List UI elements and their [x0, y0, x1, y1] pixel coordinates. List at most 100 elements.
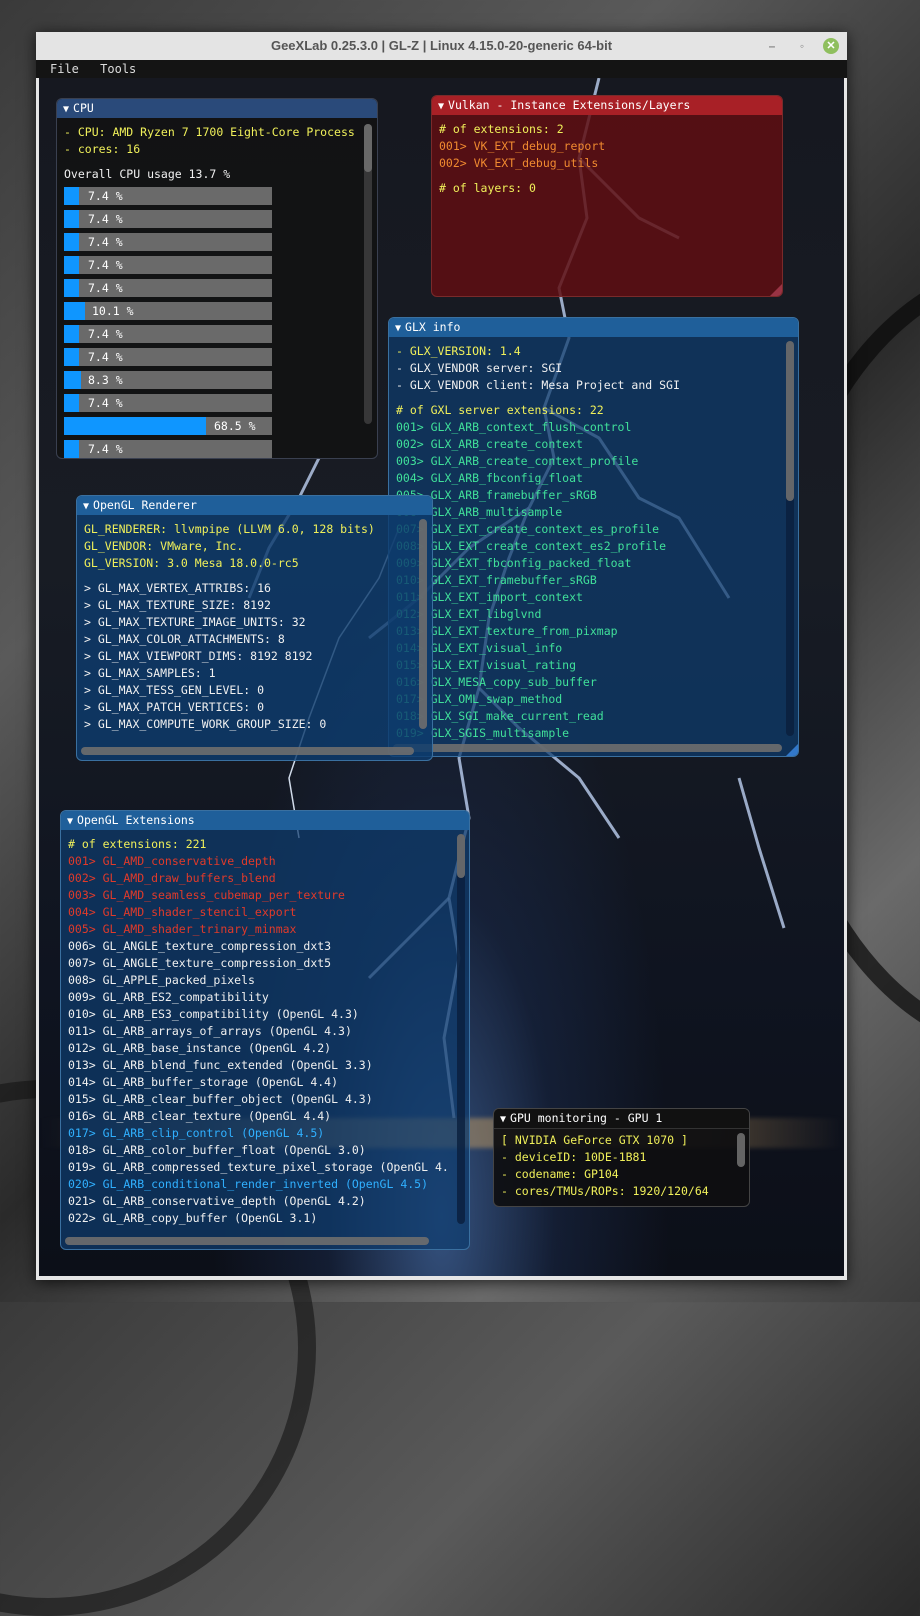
gl-extension-item: 003> GL_AMD_seamless_cubemap_per_texture: [68, 888, 345, 902]
maximize-button[interactable]: ◦: [794, 38, 810, 54]
gl-extension-item: 007> GL_ANGLE_texture_compression_dxt5: [68, 956, 332, 970]
cpu-core-progress-bar: 7.4 %: [64, 210, 272, 228]
gl-extension-item: 006> GL_ANGLE_texture_compression_dxt3: [68, 939, 332, 953]
collapse-triangle-icon[interactable]: ▼: [395, 323, 401, 334]
cpu-core-progress-bar: 68.5 %: [64, 417, 272, 435]
vulkan-panel-titlebar[interactable]: ▼ Vulkan - Instance Extensions/Layers: [432, 96, 782, 115]
cpu-core-progress-bar: 10.1 %: [64, 302, 272, 320]
gl-extension-item: 010> GL_ARB_ES3_compatibility (OpenGL 4.…: [68, 1007, 359, 1021]
opengl-extensions-panel: ▼ OpenGL Extensions # of extensions: 221 …: [60, 810, 470, 1250]
glx-extension-item: 008> GLX_EXT_create_context_es2_profile: [396, 539, 667, 553]
scrollbar-thumb[interactable]: [737, 1133, 745, 1167]
vertical-scrollbar[interactable]: [457, 834, 465, 1224]
gl-extension-item: 011> GL_ARB_arrays_of_arrays (OpenGL 4.3…: [68, 1024, 352, 1038]
collapse-triangle-icon[interactable]: ▼: [500, 1114, 506, 1125]
gl-extension-count: # of extensions: 221: [68, 837, 207, 851]
cpu-core-usage-label: 7.4 %: [88, 189, 123, 203]
window-titlebar[interactable]: GeeXLab 0.25.3.0 | GL-Z | Linux 4.15.0-2…: [36, 32, 847, 60]
cpu-core-bars: 7.4 % 7.4 % 7.4 % 7.4 % 7.4 % 10.1 % 7.4 % 7.4 …: [64, 187, 370, 458]
glx-extension-item: 007> GLX_EXT_create_context_es_profile: [396, 522, 660, 536]
gl-limit-item: > GL_MAX_VERTEX_ATTRIBS: 16: [84, 581, 271, 595]
menu-tools[interactable]: Tools: [100, 62, 136, 76]
close-button[interactable]: ✕: [823, 38, 839, 54]
cpu-core-usage-label: 7.4 %: [88, 281, 123, 295]
cpu-panel: ▼ CPU - CPU: AMD Ryzen 7 1700 Eight-Core …: [56, 98, 378, 459]
panel-title: OpenGL Extensions: [77, 813, 195, 827]
cpu-core-usage-label: 7.4 %: [88, 212, 123, 226]
gl-limit-item: > GL_MAX_PATCH_VERTICES: 0: [84, 700, 265, 714]
gl-limit-item: > GL_MAX_VIEWPORT_DIMS: 8192 8192: [84, 649, 313, 663]
scrollbar-thumb[interactable]: [786, 341, 794, 501]
cpu-core-usage-label: 68.5 %: [214, 419, 256, 433]
cpu-core-usage-label: 7.4 %: [88, 396, 123, 410]
glx-extension-item: 006> GLX_ARB_multisample: [396, 505, 563, 519]
renderer-panel-titlebar[interactable]: ▼ OpenGL Renderer: [77, 496, 432, 515]
scrollbar-thumb[interactable]: [457, 834, 465, 878]
gl-extension-item: 009> GL_ARB_ES2_compatibility: [68, 990, 269, 1004]
minimize-button[interactable]: –: [764, 38, 780, 54]
gl-extension-item: 021> GL_ARB_conservative_depth (OpenGL 4…: [68, 1194, 366, 1208]
cpu-cores: - cores: 16: [64, 142, 141, 156]
gl-renderer: GL_RENDERER: llvmpipe (LLVM 6.0, 128 bit…: [84, 522, 375, 536]
cpu-core-usage-label: 7.4 %: [88, 442, 123, 456]
cpu-core-progress-bar: 7.4 %: [64, 325, 272, 343]
glx-extension-item: 017> GLX_OML_swap_method: [396, 692, 563, 706]
collapse-triangle-icon[interactable]: ▼: [83, 501, 89, 512]
collapse-triangle-icon[interactable]: ▼: [438, 101, 444, 112]
extensions-panel-titlebar[interactable]: ▼ OpenGL Extensions: [61, 811, 469, 830]
cpu-model: - CPU: AMD Ryzen 7 1700 Eight-Core Proce…: [64, 125, 355, 139]
vulkan-extension-item: 002> VK_EXT_debug_utils: [439, 156, 599, 170]
glx-panel-titlebar[interactable]: ▼ GLX info: [389, 318, 798, 337]
vertical-scrollbar[interactable]: [419, 519, 427, 729]
glx-info-panel: ▼ GLX info - GLX_VERSION: 1.4 - GLX_VENDO…: [388, 317, 799, 757]
gl-vendor: GL_VENDOR: VMware, Inc.: [84, 539, 244, 553]
gl-extension-item: 005> GL_AMD_shader_trinary_minmax: [68, 922, 297, 936]
cpu-panel-titlebar[interactable]: ▼ CPU: [57, 99, 377, 118]
gl-extension-item: 002> GL_AMD_draw_buffers_blend: [68, 871, 276, 885]
scrollbar-thumb[interactable]: [364, 124, 372, 172]
opengl-renderer-panel: ▼ OpenGL Renderer GL_RENDERER: llvmpipe (…: [76, 495, 433, 761]
horizontal-scrollbar[interactable]: [65, 1237, 429, 1245]
gpu-monitoring-panel: ▼ GPU monitoring - GPU 1 [ NVIDIA GeForce…: [493, 1108, 750, 1207]
resize-grip[interactable]: [786, 744, 798, 756]
panel-title: Vulkan - Instance Extensions/Layers: [448, 98, 691, 112]
glx-extension-item: 015> GLX_EXT_visual_rating: [396, 658, 577, 672]
vulkan-extension-count: # of extensions: 2: [439, 122, 564, 136]
gpu-codename: - codename: GP104: [501, 1167, 619, 1181]
gl-limit-item: > GL_MAX_COMPUTE_WORK_GROUP_SIZE: 0: [84, 717, 327, 731]
glx-extension-item: 016> GLX_MESA_copy_sub_buffer: [396, 675, 597, 689]
cpu-core-progress-bar: 7.4 %: [64, 256, 272, 274]
collapse-triangle-icon[interactable]: ▼: [67, 816, 73, 827]
glx-extension-item: 002> GLX_ARB_create_context: [396, 437, 583, 451]
gl-limit-item: > GL_MAX_TEXTURE_SIZE: 8192: [84, 598, 271, 612]
gl-extension-item: 018> GL_ARB_color_buffer_float (OpenGL 3…: [68, 1143, 366, 1157]
gl-limit-item: > GL_MAX_COLOR_ATTACHMENTS: 8: [84, 632, 285, 646]
panel-title: GPU monitoring - GPU 1: [510, 1111, 663, 1125]
glx-extension-list: 001> GLX_ARB_context_flush_control 002> G…: [396, 419, 791, 742]
glx-extension-item: 011> GLX_EXT_import_context: [396, 590, 583, 604]
glx-extension-item: 010> GLX_EXT_framebuffer_sRGB: [396, 573, 597, 587]
menu-file[interactable]: File: [50, 62, 79, 76]
gl-limit-item: > GL_MAX_SAMPLES: 1: [84, 666, 216, 680]
glx-extension-item: 004> GLX_ARB_fbconfig_float: [396, 471, 583, 485]
gl-extension-list: 001> GL_AMD_conservative_depth 002> GL_AM…: [68, 853, 462, 1227]
gl-version: GL_VERSION: 3.0 Mesa 18.0.0-rc5: [84, 556, 299, 570]
horizontal-scrollbar[interactable]: [81, 747, 414, 755]
gpu-name: [ NVIDIA GeForce GTX 1070 ]: [501, 1133, 688, 1147]
menu-bar: File Tools: [36, 60, 847, 78]
glx-extension-item: 009> GLX_EXT_fbconfig_packed_float: [396, 556, 632, 570]
resize-grip[interactable]: [770, 284, 782, 296]
horizontal-scrollbar[interactable]: [393, 744, 782, 752]
panel-title: CPU: [73, 101, 94, 115]
cpu-core-progress-bar: 8.3 %: [64, 371, 272, 389]
gl-limit-item: > GL_MAX_TESS_GEN_LEVEL: 0: [84, 683, 265, 697]
collapse-triangle-icon[interactable]: ▼: [63, 104, 69, 115]
gl-extension-item: 001> GL_AMD_conservative_depth: [68, 854, 276, 868]
window-title: GeeXLab 0.25.3.0 | GL-Z | Linux 4.15.0-2…: [270, 38, 613, 53]
gl-extension-item: 016> GL_ARB_clear_texture (OpenGL 4.4): [68, 1109, 332, 1123]
glx-version: - GLX_VERSION: 1.4: [396, 344, 521, 358]
glx-extension-item: 001> GLX_ARB_context_flush_control: [396, 420, 632, 434]
gl-extension-item: 004> GL_AMD_shader_stencil_export: [68, 905, 297, 919]
glx-extension-item: 018> GLX_SGI_make_current_read: [396, 709, 604, 723]
gpu-panel-titlebar[interactable]: ▼ GPU monitoring - GPU 1: [494, 1109, 749, 1129]
